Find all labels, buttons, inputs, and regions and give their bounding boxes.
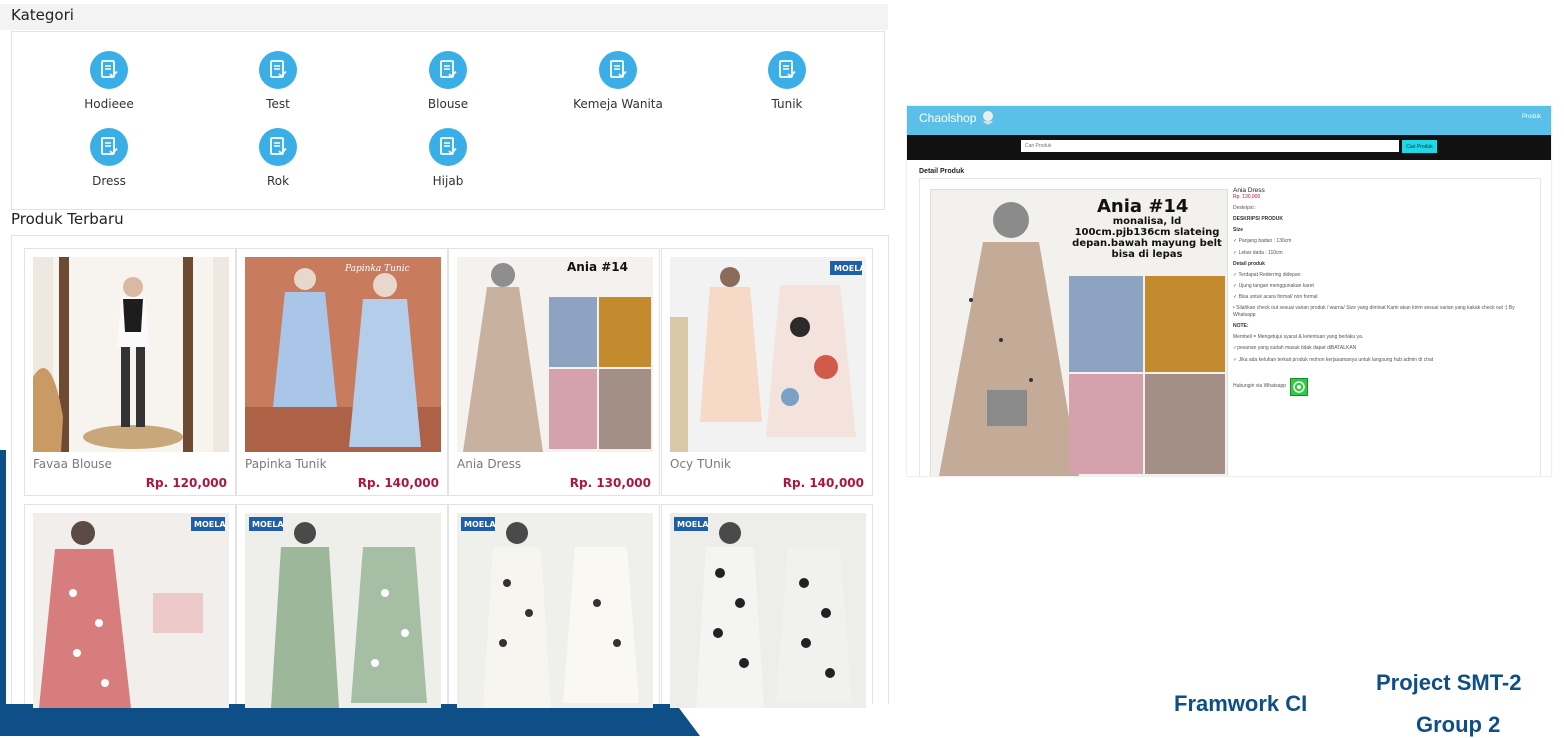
category-label: Test — [266, 97, 290, 111]
product-card[interactable]: MOELA — [236, 504, 448, 708]
detail-title: Detail Produk — [919, 168, 965, 175]
product-image[interactable] — [33, 257, 229, 452]
image-caption: MOELA — [834, 264, 866, 273]
product-image[interactable]: MOELA — [670, 513, 866, 708]
image-caption: MOELA — [464, 520, 496, 529]
image-caption: MOELA — [677, 520, 709, 529]
detail-line: ✓ Bisa untuk acara formal/ non formal — [1233, 293, 1318, 300]
detail-produk-label: Detail produk — [1233, 260, 1265, 267]
order-note: • Silahkan check out sesuai varian produ… — [1233, 305, 1515, 319]
search-button[interactable]: Cari Produk — [1402, 140, 1437, 153]
product-name[interactable]: Ocy TUnik — [670, 457, 731, 471]
product-name[interactable]: Ania Dress — [457, 457, 521, 471]
left-accent-strip — [0, 450, 6, 736]
product-image[interactable]: MOELA — [245, 513, 441, 708]
category-label: Blouse — [427, 97, 469, 111]
product-image[interactable]: MOELA — [670, 257, 866, 452]
group-label: Group 2 — [1416, 712, 1501, 737]
size-line: ✓ Panjang badan : 136cm — [1233, 238, 1292, 245]
detail-panel: Ania #14 monalisa, ld 100cm.pjb136cm sla… — [919, 178, 1541, 476]
image-caption: MOELA — [252, 520, 284, 529]
category-item[interactable]: Test — [208, 51, 348, 111]
product-name[interactable]: Favaa Blouse — [33, 457, 112, 471]
whatsapp-label: Hubungin via Whatsapp — [1233, 383, 1287, 390]
produk-title: Produk Terbaru — [11, 210, 124, 228]
product-card[interactable]: Favaa Blouse Rp. 120,000 — [24, 248, 236, 496]
product-card[interactable]: MOELA — [24, 504, 236, 708]
document-check-icon — [599, 51, 637, 89]
detail-product-price: Rp. 130,000 — [1233, 194, 1261, 201]
produk-panel: Favaa Blouse Rp. 120,000 Papinka Tunic P… — [11, 235, 889, 708]
product-image[interactable]: MOELA — [457, 513, 653, 708]
deskripsi-label: Deskripsi : — [1233, 205, 1257, 212]
document-check-icon — [429, 128, 467, 166]
navbar: Chaolshop Produk — [907, 106, 1551, 135]
product-card[interactable]: MOELA — [661, 504, 873, 708]
search-input[interactable] — [1021, 140, 1399, 152]
product-price: Rp. 120,000 — [145, 476, 227, 490]
product-image[interactable]: Papinka Tunic — [245, 257, 441, 452]
detail-product-name: Ania Dress — [1233, 187, 1265, 194]
description-heading: DESKRIPSI PRODUK — [1233, 216, 1284, 223]
image-caption: MOELA — [194, 520, 226, 529]
detail-line: ✓ Ujung tangan menggunakan karet — [1233, 282, 1314, 289]
category-label: Tunik — [771, 97, 803, 111]
note-line: ✓ Jika ada keluhan terkait produk mohon … — [1233, 356, 1434, 363]
detail-page-screenshot: Chaolshop Produk Cari Produk Detail Prod… — [907, 106, 1551, 476]
image-caption-text: monalisa, ld 100cm.pjb136cm slateing dep… — [1072, 216, 1222, 260]
category-item[interactable]: Tunik — [717, 51, 857, 111]
note-line: ✓pesanan yang sudah masuk tidak dapat di… — [1233, 345, 1357, 352]
product-image[interactable]: Ania #14 — [457, 257, 653, 452]
product-name[interactable]: Papinka Tunik — [245, 457, 327, 471]
category-label: Rok — [266, 174, 290, 188]
document-check-icon — [90, 51, 128, 89]
document-check-icon — [90, 128, 128, 166]
nav-link-produk[interactable]: Produk — [1522, 114, 1541, 120]
kategori-header-strip — [0, 4, 888, 30]
note-line: Membeli = Mengetujui syarat & ketentuan … — [1233, 334, 1364, 341]
category-label: Hodieee — [84, 97, 134, 111]
note-label: NOTE: — [1233, 323, 1249, 330]
category-item[interactable]: Hijab — [378, 128, 518, 188]
product-card[interactable]: MOELA Ocy TUnik Rp. 140,000 — [661, 248, 873, 496]
category-item[interactable]: Rok — [208, 128, 348, 188]
document-check-icon — [259, 51, 297, 89]
size-label: Size — [1233, 227, 1244, 234]
category-item[interactable]: Kemeja Wanita — [548, 51, 688, 111]
product-price: Rp. 130,000 — [569, 476, 651, 490]
framework-label: Framwork CI — [1174, 691, 1308, 716]
whatsapp-icon[interactable] — [1290, 377, 1309, 396]
category-item[interactable]: Hodieee — [39, 51, 179, 111]
product-price: Rp. 140,000 — [357, 476, 439, 490]
project-label: Project SMT-2 — [1376, 670, 1522, 695]
category-label: Hijab — [432, 174, 464, 188]
kategori-title: Kategori — [11, 6, 74, 24]
bottom-accent-band — [0, 704, 700, 736]
category-label: Kemeja Wanita — [573, 97, 663, 111]
category-item[interactable]: Blouse — [378, 51, 518, 111]
whatsapp-contact: Hubungin via Whatsapp — [1233, 377, 1533, 396]
document-check-icon — [768, 51, 806, 89]
product-card[interactable]: Ania #14 Ania Dress Rp. 130,000 — [448, 248, 660, 496]
document-check-icon — [259, 128, 297, 166]
product-detail-image: Ania #14 monalisa, ld 100cm.pjb136cm sla… — [930, 189, 1228, 476]
category-item[interactable]: Dress — [39, 128, 179, 188]
product-card[interactable]: MOELA — [448, 504, 660, 708]
size-line: ✓ Lebar dada : 110cm — [1233, 249, 1283, 256]
product-image[interactable]: MOELA — [33, 513, 229, 708]
brand-logo[interactable]: Chaolshop — [919, 111, 976, 125]
kategori-panel: Hodieee Test Blouse Kemeja Wanita Tunik … — [11, 31, 885, 210]
category-label: Dress — [92, 174, 126, 188]
product-card[interactable]: Papinka Tunic Papinka Tunik Rp. 140,000 — [236, 248, 448, 496]
document-check-icon — [429, 51, 467, 89]
image-caption: Ania #14 — [567, 260, 628, 274]
product-description: Ania Dress Rp. 130,000 Deskripsi : DESKR… — [1233, 187, 1533, 396]
product-price: Rp. 140,000 — [782, 476, 864, 490]
search-bar: Cari Produk — [907, 135, 1551, 160]
image-caption-title: Ania #14 — [1097, 196, 1188, 217]
brand-icon — [981, 110, 995, 128]
image-caption: Papinka Tunic — [344, 264, 410, 274]
detail-line: ✓ Terdapat Rederring didepan — [1233, 271, 1301, 278]
